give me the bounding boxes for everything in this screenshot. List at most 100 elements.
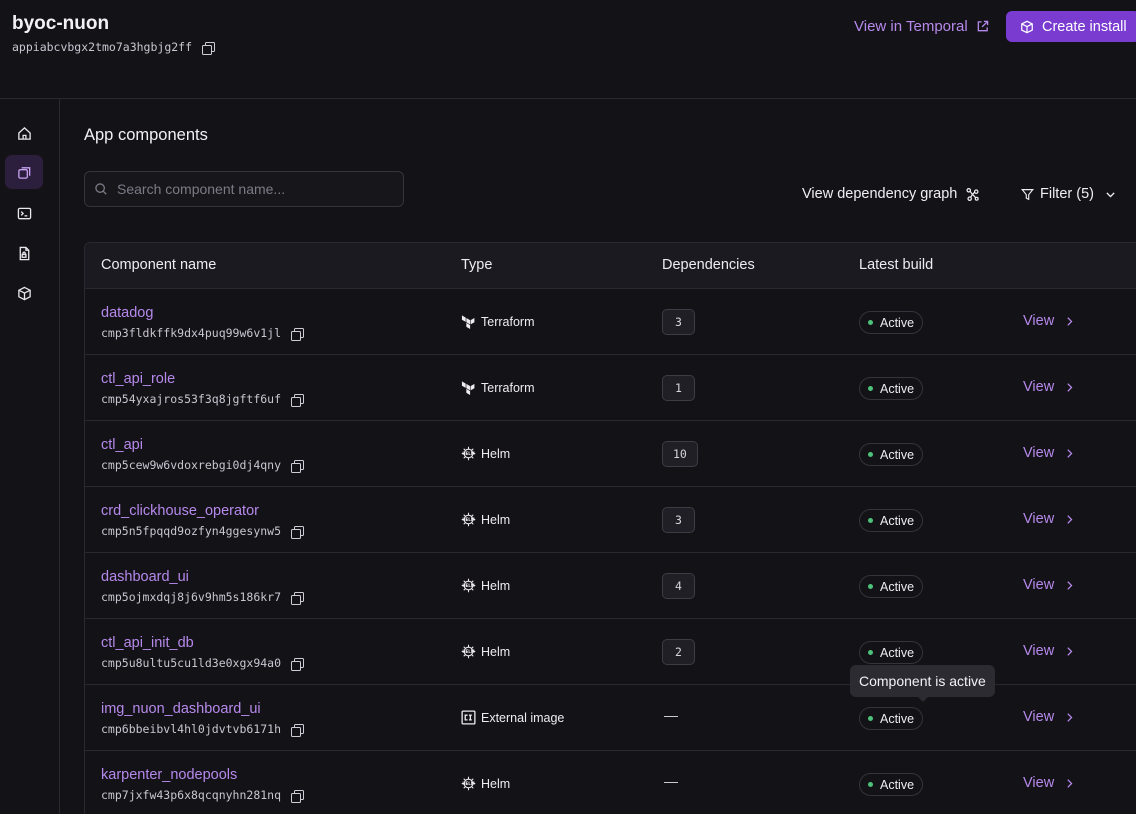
view-component-link[interactable]: View — [1023, 643, 1075, 659]
search-box[interactable] — [84, 171, 404, 207]
component-type: Terraform — [461, 380, 534, 395]
component-type: Terraform — [461, 314, 534, 329]
component-id-row: cmp7jxfw43p6x8qcqnyhn281nq — [101, 788, 305, 803]
svg-text:HELM: HELM — [462, 583, 474, 588]
table-row[interactable]: karpenter_nodepools cmp7jxfw43p6x8qcqnyh… — [85, 751, 1136, 814]
view-label: View — [1023, 511, 1055, 527]
component-type: HELM Helm — [461, 512, 510, 527]
create-install-button[interactable]: Create install — [1006, 11, 1136, 42]
chevron-right-icon — [1067, 778, 1073, 788]
filter-icon — [1021, 188, 1034, 200]
app-id: appiabcvbgx2tmo7a3hgbjg2ff — [12, 40, 193, 54]
view-component-link[interactable]: View — [1023, 445, 1075, 461]
component-id: cmp5cew9w6vdoxrebgi0dj4qny — [101, 458, 282, 472]
component-name-link[interactable]: ctl_api_role — [101, 371, 175, 387]
copy-icon[interactable] — [291, 327, 305, 341]
component-id: cmp6bbeibvl4hl0jdvtvb6171h — [101, 722, 282, 736]
view-component-link[interactable]: View — [1023, 577, 1075, 593]
copy-icon[interactable] — [202, 41, 216, 55]
chevron-right-icon — [1067, 316, 1073, 326]
status-label: Active — [880, 447, 915, 462]
status-badge: Active — [859, 773, 924, 796]
terraform-icon — [461, 380, 476, 395]
table-row[interactable]: ctl_api_role cmp54yxajros53f3q8jgftf6uf … — [85, 355, 1136, 421]
terraform-icon — [461, 314, 476, 329]
status-dot-icon — [868, 452, 873, 457]
component-id: cmp54yxajros53f3q8jgftf6uf — [101, 392, 282, 406]
status-dot-icon — [868, 518, 873, 523]
chevron-right-icon — [1067, 448, 1073, 458]
status-badge: Active — [859, 443, 924, 466]
table-row[interactable]: datadog cmp3fldkffk9dx4puq99w6v1jl Terra… — [85, 289, 1136, 355]
component-name-link[interactable]: karpenter_nodepools — [101, 767, 237, 783]
component-name-link[interactable]: ctl_api — [101, 437, 143, 453]
component-type-label: Helm — [481, 776, 511, 791]
sidebar-item-home[interactable] — [5, 116, 43, 150]
package-icon — [1021, 20, 1033, 33]
copy-icon[interactable] — [291, 393, 305, 407]
dependencies-count-badge: 3 — [662, 309, 695, 335]
view-component-link[interactable]: View — [1023, 379, 1075, 395]
dependencies-count-badge: 1 — [662, 375, 695, 401]
view-dependency-graph-button[interactable]: View dependency graph — [802, 186, 980, 202]
view-component-link[interactable]: View — [1023, 709, 1075, 725]
sidebar-item-package[interactable] — [5, 276, 43, 310]
filter-dropdown[interactable]: Filter (5) — [1021, 186, 1117, 202]
column-header-name: Component name — [101, 257, 217, 273]
component-id-row: cmp5n5fpqqd9ozfyn4ggesynw5 — [101, 524, 305, 539]
status-badge: Active — [859, 509, 924, 532]
chevron-right-icon — [1067, 382, 1073, 392]
component-type-label: Helm — [481, 446, 511, 461]
component-id-row: cmp5u8ultu5cu1ld3e0xgx94a0 — [101, 656, 305, 671]
view-component-link[interactable]: View — [1023, 313, 1075, 329]
component-id-row: cmp54yxajros53f3q8jgftf6uf — [101, 392, 305, 407]
copy-icon[interactable] — [291, 525, 305, 539]
view-component-link[interactable]: View — [1023, 511, 1075, 527]
top-bar: byoc-nuon appiabcvbgx2tmo7a3hgbjg2ff Vie… — [0, 0, 1136, 99]
table-row[interactable]: ctl_api cmp5cew9w6vdoxrebgi0dj4qny HELM … — [85, 421, 1136, 487]
helm-icon: HELM — [461, 776, 476, 791]
copy-icon[interactable] — [291, 459, 305, 473]
view-component-link[interactable]: View — [1023, 775, 1075, 791]
component-type-label: Terraform — [481, 380, 535, 395]
sidebar-item-components[interactable] — [5, 155, 43, 189]
component-name-link[interactable]: datadog — [101, 305, 153, 321]
component-name-link[interactable]: img_nuon_dashboard_ui — [101, 701, 261, 717]
component-type: HELM Helm — [461, 644, 510, 659]
status-badge: Active — [859, 377, 924, 400]
status-dot-icon — [868, 584, 873, 589]
component-type-label: External image — [481, 710, 565, 725]
status-dot-icon — [868, 716, 873, 721]
component-type: HELM Helm — [461, 578, 510, 593]
column-header-dependencies: Dependencies — [662, 257, 755, 273]
column-header-type: Type — [461, 257, 493, 273]
sidebar-item-file[interactable] — [5, 236, 43, 270]
status-label: Active — [880, 711, 915, 726]
copy-icon[interactable] — [291, 789, 305, 803]
components-icon — [17, 166, 30, 179]
view-in-temporal-link[interactable]: View in Temporal — [854, 18, 989, 35]
status-badge: Active — [859, 641, 924, 664]
copy-icon[interactable] — [291, 723, 305, 737]
search-input[interactable] — [117, 181, 397, 197]
sidebar-item-terminal[interactable] — [5, 196, 43, 230]
dependencies-count-badge: 10 — [662, 441, 698, 467]
status-badge: Active — [859, 311, 924, 334]
component-name-link[interactable]: ctl_api_init_db — [101, 635, 194, 651]
component-type-label: Helm — [481, 578, 511, 593]
copy-icon[interactable] — [291, 591, 305, 605]
chevron-right-icon — [1067, 580, 1073, 590]
view-label: View — [1023, 643, 1055, 659]
component-id: cmp5ojmxdqj8j6v9hm5s186kr7 — [101, 590, 282, 604]
component-name-link[interactable]: crd_clickhouse_operator — [101, 503, 259, 519]
table-row[interactable]: crd_clickhouse_operator cmp5n5fpqqd9ozfy… — [85, 487, 1136, 553]
terminal-icon — [17, 207, 31, 219]
copy-icon[interactable] — [291, 657, 305, 671]
dependencies-empty: — — [664, 707, 678, 723]
component-type-label: Terraform — [481, 314, 535, 329]
component-id: cmp7jxfw43p6x8qcqnyhn281nq — [101, 788, 282, 802]
table-row[interactable]: dashboard_ui cmp5ojmxdqj8j6v9hm5s186kr7 … — [85, 553, 1136, 619]
component-id-row: cmp5ojmxdqj8j6v9hm5s186kr7 — [101, 590, 305, 605]
component-name-link[interactable]: dashboard_ui — [101, 569, 189, 585]
graph-icon — [966, 187, 980, 201]
